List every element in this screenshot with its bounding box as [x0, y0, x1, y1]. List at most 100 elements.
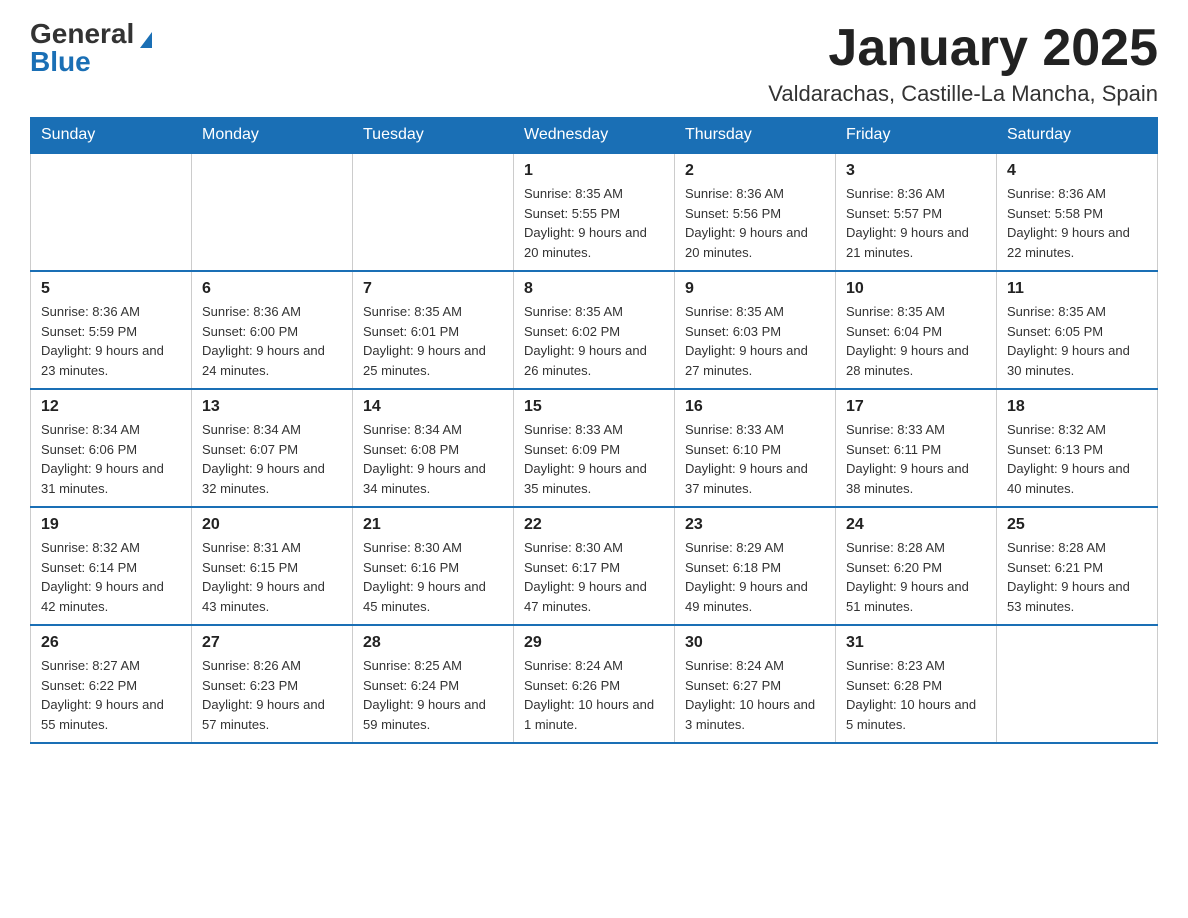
logo-general-text: General — [30, 20, 134, 48]
day-number: 7 — [363, 280, 503, 298]
calendar-cell: 17 Sunrise: 8:33 AMSunset: 6:11 PMDayligh… — [836, 389, 997, 507]
day-info: Sunrise: 8:36 AMSunset: 5:57 PMDaylight:… — [846, 184, 986, 262]
day-info: Sunrise: 8:30 AMSunset: 6:17 PMDaylight:… — [524, 538, 664, 616]
weekday-header-monday: Monday — [192, 118, 353, 154]
day-info: Sunrise: 8:35 AMSunset: 6:02 PMDaylight:… — [524, 302, 664, 380]
calendar-cell: 27 Sunrise: 8:26 AMSunset: 6:23 PMDayligh… — [192, 625, 353, 743]
day-number: 14 — [363, 398, 503, 416]
calendar-cell: 7 Sunrise: 8:35 AMSunset: 6:01 PMDaylight… — [353, 271, 514, 389]
calendar-header-row: SundayMondayTuesdayWednesdayThursdayFrid… — [31, 118, 1158, 154]
calendar-cell: 15Sunrise: 8:33 AMSunset: 6:09 PMDayligh… — [514, 389, 675, 507]
logo: General Blue — [30, 20, 152, 76]
calendar-cell: 3 Sunrise: 8:36 AMSunset: 5:57 PMDaylight… — [836, 153, 997, 271]
calendar-week-row: 19 Sunrise: 8:32 AMSunset: 6:14 PMDayligh… — [31, 507, 1158, 625]
calendar-cell: 5Sunrise: 8:36 AMSunset: 5:59 PMDaylight… — [31, 271, 192, 389]
calendar-cell: 2 Sunrise: 8:36 AMSunset: 5:56 PMDaylight… — [675, 153, 836, 271]
calendar-cell — [997, 625, 1158, 743]
calendar-week-row: 1 Sunrise: 8:35 AMSunset: 5:55 PMDaylight… — [31, 153, 1158, 271]
calendar-week-row: 5Sunrise: 8:36 AMSunset: 5:59 PMDaylight… — [31, 271, 1158, 389]
day-number: 28 — [363, 634, 503, 652]
weekday-header-saturday: Saturday — [997, 118, 1158, 154]
day-number: 9 — [685, 280, 825, 298]
calendar-cell: 28 Sunrise: 8:25 AMSunset: 6:24 PMDayligh… — [353, 625, 514, 743]
calendar-cell: 26 Sunrise: 8:27 AMSunset: 6:22 PMDayligh… — [31, 625, 192, 743]
day-number: 17 — [846, 398, 986, 416]
day-info: Sunrise: 8:33 AMSunset: 6:11 PMDaylight:… — [846, 420, 986, 498]
day-number: 3 — [846, 162, 986, 180]
calendar-cell: 13 Sunrise: 8:34 AMSunset: 6:07 PMDayligh… — [192, 389, 353, 507]
day-info: Sunrise: 8:30 AMSunset: 6:16 PMDaylight:… — [363, 538, 503, 616]
calendar-title: January 2025 — [768, 20, 1158, 77]
day-number: 11 — [1007, 280, 1147, 298]
day-number: 30 — [685, 634, 825, 652]
weekday-header-wednesday: Wednesday — [514, 118, 675, 154]
weekday-header-tuesday: Tuesday — [353, 118, 514, 154]
calendar-subtitle: Valdarachas, Castille-La Mancha, Spain — [768, 81, 1158, 107]
day-number: 1 — [524, 162, 664, 180]
calendar-cell: 11Sunrise: 8:35 AMSunset: 6:05 PMDayligh… — [997, 271, 1158, 389]
day-number: 27 — [202, 634, 342, 652]
calendar-cell — [353, 153, 514, 271]
day-number: 10 — [846, 280, 986, 298]
calendar-cell: 29 Sunrise: 8:24 AMSunset: 6:26 PMDayligh… — [514, 625, 675, 743]
day-number: 19 — [41, 516, 181, 534]
calendar-cell: 9Sunrise: 8:35 AMSunset: 6:03 PMDaylight… — [675, 271, 836, 389]
calendar-cell: 8 Sunrise: 8:35 AMSunset: 6:02 PMDaylight… — [514, 271, 675, 389]
title-area: January 2025 Valdarachas, Castille-La Ma… — [768, 20, 1158, 107]
day-info: Sunrise: 8:24 AMSunset: 6:27 PMDaylight:… — [685, 656, 825, 734]
day-info: Sunrise: 8:36 AMSunset: 6:00 PMDaylight:… — [202, 302, 342, 380]
day-info: Sunrise: 8:35 AMSunset: 5:55 PMDaylight:… — [524, 184, 664, 262]
calendar-week-row: 26 Sunrise: 8:27 AMSunset: 6:22 PMDayligh… — [31, 625, 1158, 743]
day-info: Sunrise: 8:36 AMSunset: 5:58 PMDaylight:… — [1007, 184, 1147, 262]
day-info: Sunrise: 8:36 AMSunset: 5:56 PMDaylight:… — [685, 184, 825, 262]
calendar-cell: 21Sunrise: 8:30 AMSunset: 6:16 PMDayligh… — [353, 507, 514, 625]
logo-blue-text: Blue — [30, 48, 152, 76]
day-info: Sunrise: 8:35 AMSunset: 6:01 PMDaylight:… — [363, 302, 503, 380]
day-info: Sunrise: 8:26 AMSunset: 6:23 PMDaylight:… — [202, 656, 342, 734]
calendar-cell: 20 Sunrise: 8:31 AMSunset: 6:15 PMDayligh… — [192, 507, 353, 625]
day-info: Sunrise: 8:31 AMSunset: 6:15 PMDaylight:… — [202, 538, 342, 616]
weekday-header-sunday: Sunday — [31, 118, 192, 154]
calendar-cell: 1 Sunrise: 8:35 AMSunset: 5:55 PMDaylight… — [514, 153, 675, 271]
day-info: Sunrise: 8:33 AMSunset: 6:10 PMDaylight:… — [685, 420, 825, 498]
day-info: Sunrise: 8:34 AMSunset: 6:08 PMDaylight:… — [363, 420, 503, 498]
calendar-cell: 4Sunrise: 8:36 AMSunset: 5:58 PMDaylight… — [997, 153, 1158, 271]
day-number: 29 — [524, 634, 664, 652]
weekday-header-thursday: Thursday — [675, 118, 836, 154]
calendar-cell — [192, 153, 353, 271]
day-info: Sunrise: 8:25 AMSunset: 6:24 PMDaylight:… — [363, 656, 503, 734]
weekday-header-friday: Friday — [836, 118, 997, 154]
calendar-cell: 31Sunrise: 8:23 AMSunset: 6:28 PMDayligh… — [836, 625, 997, 743]
day-info: Sunrise: 8:23 AMSunset: 6:28 PMDaylight:… — [846, 656, 986, 734]
day-info: Sunrise: 8:24 AMSunset: 6:26 PMDaylight:… — [524, 656, 664, 734]
calendar-cell: 25Sunrise: 8:28 AMSunset: 6:21 PMDayligh… — [997, 507, 1158, 625]
calendar-cell: 23Sunrise: 8:29 AMSunset: 6:18 PMDayligh… — [675, 507, 836, 625]
header: General Blue January 2025 Valdarachas, C… — [30, 20, 1158, 107]
calendar-cell: 19 Sunrise: 8:32 AMSunset: 6:14 PMDayligh… — [31, 507, 192, 625]
calendar-cell: 16 Sunrise: 8:33 AMSunset: 6:10 PMDayligh… — [675, 389, 836, 507]
calendar-cell: 24 Sunrise: 8:28 AMSunset: 6:20 PMDayligh… — [836, 507, 997, 625]
day-info: Sunrise: 8:34 AMSunset: 6:07 PMDaylight:… — [202, 420, 342, 498]
day-number: 24 — [846, 516, 986, 534]
day-info: Sunrise: 8:32 AMSunset: 6:13 PMDaylight:… — [1007, 420, 1147, 498]
day-number: 2 — [685, 162, 825, 180]
day-number: 16 — [685, 398, 825, 416]
day-number: 12 — [41, 398, 181, 416]
day-number: 20 — [202, 516, 342, 534]
day-info: Sunrise: 8:29 AMSunset: 6:18 PMDaylight:… — [685, 538, 825, 616]
day-info: Sunrise: 8:35 AMSunset: 6:04 PMDaylight:… — [846, 302, 986, 380]
day-number: 26 — [41, 634, 181, 652]
day-number: 22 — [524, 516, 664, 534]
day-number: 13 — [202, 398, 342, 416]
calendar-cell: 6Sunrise: 8:36 AMSunset: 6:00 PMDaylight… — [192, 271, 353, 389]
calendar-cell: 12 Sunrise: 8:34 AMSunset: 6:06 PMDayligh… — [31, 389, 192, 507]
day-info: Sunrise: 8:34 AMSunset: 6:06 PMDaylight:… — [41, 420, 181, 498]
day-number: 8 — [524, 280, 664, 298]
day-info: Sunrise: 8:27 AMSunset: 6:22 PMDaylight:… — [41, 656, 181, 734]
calendar-cell: 22 Sunrise: 8:30 AMSunset: 6:17 PMDayligh… — [514, 507, 675, 625]
day-info: Sunrise: 8:28 AMSunset: 6:20 PMDaylight:… — [846, 538, 986, 616]
day-info: Sunrise: 8:32 AMSunset: 6:14 PMDaylight:… — [41, 538, 181, 616]
day-number: 18 — [1007, 398, 1147, 416]
calendar-cell: 14 Sunrise: 8:34 AMSunset: 6:08 PMDayligh… — [353, 389, 514, 507]
day-info: Sunrise: 8:33 AMSunset: 6:09 PMDaylight:… — [524, 420, 664, 498]
